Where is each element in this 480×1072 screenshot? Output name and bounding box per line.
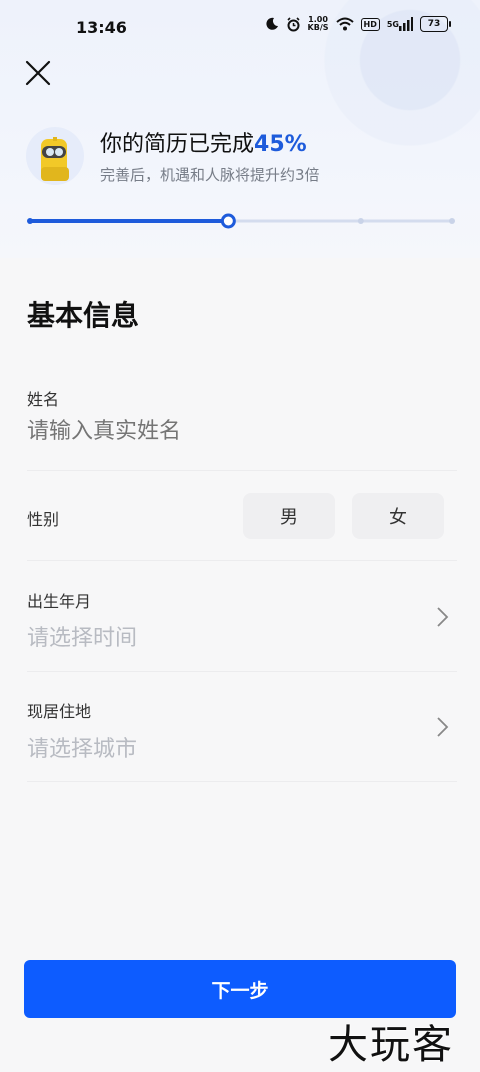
birth-picker[interactable]: 请选择时间 [27,620,137,652]
alarm-icon [286,16,301,32]
wifi-icon [335,17,354,31]
status-time: 13:46 [76,18,127,37]
chevron-right-icon[interactable] [434,715,450,739]
divider [27,781,457,782]
name-label: 姓名 [27,390,60,409]
divider [27,470,457,471]
status-bar: 13:46 1.00 KB/S HD 5G 73 [0,0,480,56]
cell-signal: 5G [387,17,413,31]
signal-type: 5G [386,19,399,29]
close-button[interactable] [24,58,52,86]
progress-bar [27,212,455,230]
gender-label: 性别 [27,510,60,529]
completion-percent: 45% [254,132,307,157]
network-speed: 1.00 KB/S [308,16,329,32]
progress-handle [220,213,236,229]
section-title: 基本信息 [27,299,140,332]
chevron-right-icon[interactable] [434,605,450,629]
net-speed-unit: KB/S [307,23,329,32]
divider [27,671,457,672]
residence-label: 现居住地 [27,702,92,721]
progress-start-dot [27,218,33,224]
robot-avatar-icon [41,137,69,181]
gender-female-button[interactable]: 女 [352,493,444,539]
close-icon [25,60,51,86]
page-subtitle: 完善后，机遇和人脉将提升约3倍 [100,166,320,184]
status-icons: 1.00 KB/S HD 5G 73 [265,16,451,32]
avatar [26,127,84,185]
birth-label: 出生年月 [27,592,92,611]
divider [27,560,457,561]
page-title: 你的简历已完成45% [100,126,307,158]
signal-bars-icon [399,17,413,31]
battery-indicator: 73 [420,16,451,32]
next-step-button[interactable]: 下一步 [24,960,456,1018]
gender-male-button[interactable]: 男 [243,493,335,539]
residence-picker[interactable]: 请选择城市 [27,731,137,763]
resume-basic-info-screen: 13:46 1.00 KB/S HD 5G 73 你的简历已完成45% 完善后，… [0,0,480,1072]
name-input[interactable] [27,418,427,444]
progress-step-dot [357,218,364,224]
title-text: 你的简历已完成 [100,132,255,157]
progress-end-dot [449,218,455,224]
watermark-logo: 大玩客 [328,1022,454,1068]
moon-icon [265,17,279,31]
hd-badge: HD [360,17,380,31]
